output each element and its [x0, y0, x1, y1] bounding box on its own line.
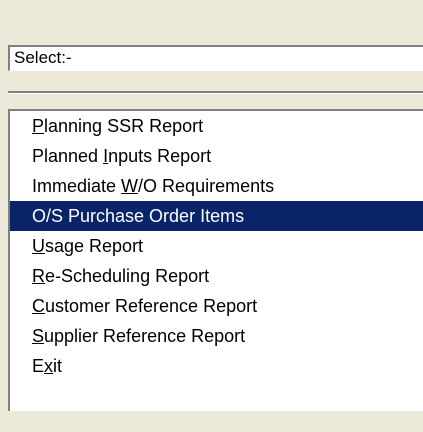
menu-item-label: /O Requirements: [138, 176, 275, 196]
menu-item-re-scheduling-report[interactable]: Re-Scheduling Report: [10, 261, 423, 291]
menu-item-os-purchase-order-items[interactable]: O/S Purchase Order Items: [10, 201, 423, 231]
menu-item-label: sage Report: [45, 236, 144, 256]
menu-item-label: e-Scheduling Report: [45, 266, 210, 286]
menu-item-usage-report[interactable]: Usage Report: [10, 231, 423, 261]
menu-item-label: E: [32, 356, 45, 376]
select-field[interactable]: Select:-: [8, 45, 423, 71]
menu-item-mnemonic: S: [32, 326, 45, 346]
separator: [8, 91, 423, 94]
menu-item-mnemonic: R: [32, 266, 45, 286]
menu-item-exit[interactable]: Exit: [10, 351, 423, 381]
menu-item-label: nputs Report: [108, 146, 212, 166]
select-field-value: Select:-: [14, 48, 72, 67]
menu-item-supplier-reference-report[interactable]: Supplier Reference Report: [10, 321, 423, 351]
menu-item-label: O/S Purchase Order Items: [32, 206, 245, 226]
menu-item-mnemonic: W: [121, 176, 139, 196]
menu-item-planning-ssr-report[interactable]: Planning SSR Report: [10, 111, 423, 141]
report-menu-list[interactable]: Planning SSR Report Planned Inputs Repor…: [8, 109, 423, 411]
menu-item-planned-inputs-report[interactable]: Planned Inputs Report: [10, 141, 423, 171]
menu-item-label: ustomer Reference Report: [45, 296, 258, 316]
menu-item-label: Planned: [32, 146, 104, 166]
menu-item-mnemonic: x: [44, 356, 54, 376]
menu-item-label: lanning SSR Report: [44, 116, 204, 136]
menu-item-mnemonic: C: [32, 296, 45, 316]
menu-item-immediate-wo-requirements[interactable]: Immediate W/O Requirements: [10, 171, 423, 201]
menu-item-mnemonic: P: [32, 116, 45, 136]
app-window: Select:- Planning SSR Report Planned Inp…: [0, 0, 423, 432]
menu-item-customer-reference-report[interactable]: Customer Reference Report: [10, 291, 423, 321]
menu-item-label: upplier Reference Report: [44, 326, 246, 346]
menu-item-label: Immediate: [32, 176, 122, 196]
menu-item-mnemonic: U: [32, 236, 45, 256]
menu-item-label: it: [53, 356, 63, 376]
